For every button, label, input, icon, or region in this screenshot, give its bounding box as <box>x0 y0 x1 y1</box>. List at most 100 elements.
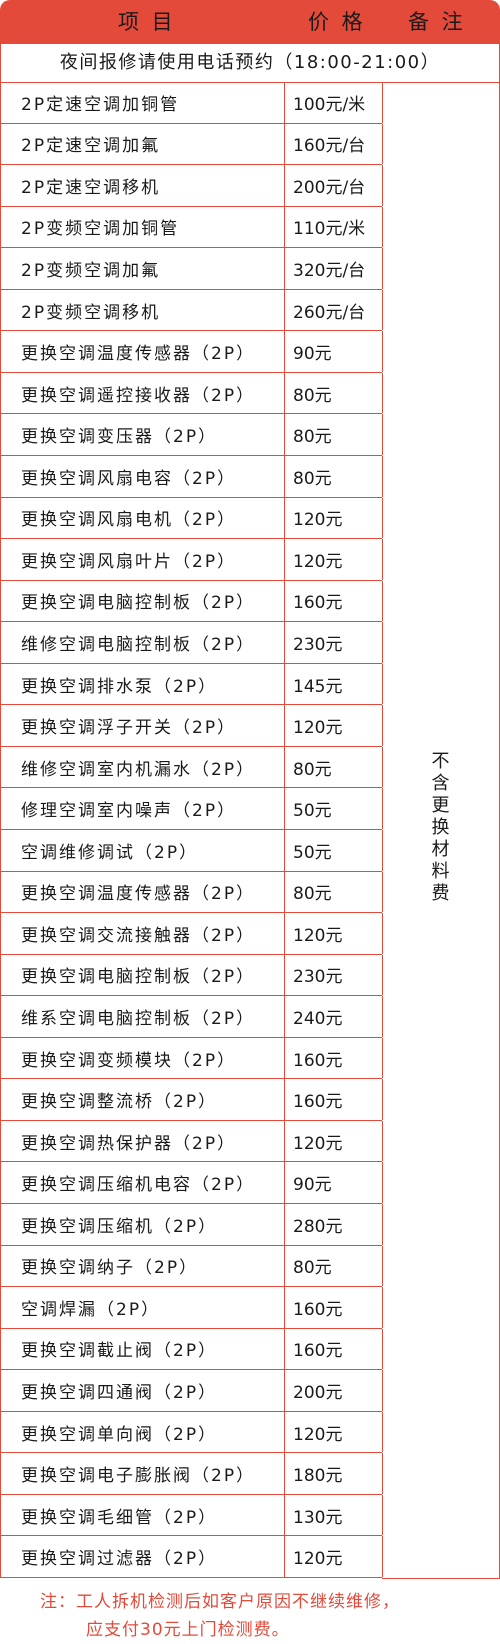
row-item: 更换空调压缩机电容（2P） <box>1 1162 285 1203</box>
row-price: 110元/米 <box>285 206 383 248</box>
remark-text: 不含更换材料费 <box>431 751 450 904</box>
row-price: 160元 <box>285 1287 383 1328</box>
row-price: 240元 <box>285 996 383 1037</box>
row-item: 空调维修调试（2P） <box>1 830 285 871</box>
row-item: 维修空调电脑控制板（2P） <box>1 622 285 663</box>
table-row: 更换空调交流接触器（2P） 120元 <box>0 913 383 955</box>
row-price: 320元/台 <box>285 248 383 289</box>
row-price: 120元 <box>285 497 383 539</box>
table-row: 空调焊漏（2P） 160元 <box>0 1287 383 1329</box>
row-price: 80元 <box>285 746 383 788</box>
row-price: 80元 <box>285 1245 383 1287</box>
table-row: 更换空调截止阀（2P） 160元 <box>0 1328 383 1371</box>
row-price: 120元 <box>285 913 383 954</box>
table-row: 更换空调风扇电容（2P） 80元 <box>0 456 383 498</box>
row-price: 160元 <box>285 1079 383 1120</box>
table-row: 更换空调排水泵（2P） 145元 <box>0 663 383 706</box>
row-item: 更换空调交流接触器（2P） <box>1 913 285 954</box>
row-item: 更换空调电子膨胀阀（2P） <box>1 1453 285 1494</box>
row-price: 80元 <box>285 456 383 497</box>
header-item: 项 目 <box>118 10 176 34</box>
row-item: 更换空调遥控接收器（2P） <box>1 372 285 414</box>
row-item: 更换空调整流桥（2P） <box>1 1079 285 1120</box>
row-price: 100元/米 <box>285 82 383 123</box>
table-row: 更换空调纳子（2P） 80元 <box>0 1245 383 1288</box>
table-row: 更换空调浮子开关（2P） 120元 <box>0 705 383 747</box>
row-price: 180元 <box>285 1453 383 1494</box>
row-item: 更换空调排水泵（2P） <box>1 663 285 705</box>
table-row: 更换空调风扇电机（2P） 120元 <box>0 497 383 540</box>
row-item: 更换空调电脑控制板（2P） <box>1 580 285 622</box>
row-item: 更换空调纳子（2P） <box>1 1245 285 1287</box>
row-item: 2P定速空调加氟 <box>1 123 285 165</box>
row-item: 2P变频空调加氟 <box>1 248 285 289</box>
row-item: 更换空调风扇电容（2P） <box>1 456 285 497</box>
row-item: 更换空调风扇叶片（2P） <box>1 539 285 580</box>
row-item: 维修空调室内机漏水（2P） <box>1 746 285 788</box>
row-item: 更换空调浮子开关（2P） <box>1 705 285 746</box>
table-row: 更换空调变压器（2P） 80元 <box>0 414 383 456</box>
row-item: 更换空调单向阀（2P） <box>1 1411 285 1453</box>
row-price: 120元 <box>285 1120 383 1162</box>
row-price: 230元 <box>285 622 383 663</box>
row-price: 120元 <box>285 1536 383 1577</box>
row-item: 空调焊漏（2P） <box>1 1287 285 1328</box>
table-row: 修理空调室内噪声（2P） 50元 <box>0 788 383 830</box>
table-row: 更换空调电子膨胀阀（2P） 180元 <box>0 1453 383 1495</box>
table-row: 更换空调电脑控制板（2P） 160元 <box>0 580 383 623</box>
header-price: 价 格 <box>308 10 366 34</box>
table-row: 2P变频空调加铜管 110元/米 <box>0 206 383 249</box>
row-price: 280元 <box>285 1204 383 1245</box>
table-row: 维修空调室内机漏水（2P） 80元 <box>0 746 383 789</box>
table-row: 2P定速空调加氟 160元/台 <box>0 123 383 166</box>
table-row: 更换空调温度传感器（2P） 90元 <box>0 331 383 373</box>
table-row: 更换空调电脑控制板（2P） 230元 <box>0 954 383 997</box>
row-price: 120元 <box>285 1411 383 1453</box>
row-item: 更换空调温度传感器（2P） <box>1 871 285 913</box>
row-item: 2P定速空调加铜管 <box>1 82 285 123</box>
table-row: 更换空调压缩机（2P） 280元 <box>0 1204 383 1246</box>
table-row: 更换空调过滤器（2P） 120元 <box>0 1536 383 1578</box>
row-price: 90元 <box>285 1162 383 1203</box>
row-item: 更换空调变压器（2P） <box>1 414 285 455</box>
table-row: 更换空调压缩机电容（2P） 90元 <box>0 1162 383 1204</box>
row-price: 80元 <box>285 871 383 913</box>
row-item: 更换空调电脑控制板（2P） <box>1 954 285 996</box>
row-price: 80元 <box>285 414 383 455</box>
row-item: 维系空调电脑控制板（2P） <box>1 996 285 1037</box>
table-row: 2P变频空调加氟 320元/台 <box>0 248 383 290</box>
row-item: 更换空调温度传感器（2P） <box>1 331 285 372</box>
row-item: 更换空调压缩机（2P） <box>1 1204 285 1245</box>
row-item: 更换空调热保护器（2P） <box>1 1120 285 1162</box>
row-item: 2P定速空调移机 <box>1 165 285 206</box>
table-row: 2P定速空调移机 200元/台 <box>0 165 383 207</box>
header-note: 备 注 <box>408 10 466 34</box>
row-price: 160元 <box>285 580 383 622</box>
row-item: 更换空调毛细管（2P） <box>1 1494 285 1536</box>
table-row: 2P定速空调加铜管 100元/米 <box>0 82 383 124</box>
row-item: 更换空调变频模块（2P） <box>1 1037 285 1079</box>
row-price: 120元 <box>285 539 383 580</box>
table-row: 更换空调变频模块（2P） 160元 <box>0 1037 383 1080</box>
remark-column: 不含更换材料费 <box>382 82 500 1579</box>
table-row: 更换空调遥控接收器（2P） 80元 <box>0 372 383 415</box>
table-row: 更换空调四通阀（2P） 200元 <box>0 1370 383 1412</box>
row-item: 2P变频空调移机 <box>1 289 285 331</box>
table-row: 空调维修调试（2P） 50元 <box>0 830 383 872</box>
table-row: 更换空调单向阀（2P） 120元 <box>0 1411 383 1454</box>
price-table: 2P定速空调加铜管 100元/米 2P定速空调加氟 160元/台 2P定速空调移机 200… <box>0 82 500 1579</box>
table-row: 更换空调风扇叶片（2P） 120元 <box>0 539 383 581</box>
night-service-notice: 夜间报修请使用电话预约（18:00-21:00） <box>0 44 500 83</box>
row-item: 更换空调风扇电机（2P） <box>1 497 285 539</box>
table-row: 2P变频空调移机 260元/台 <box>0 289 383 332</box>
row-price: 160元 <box>285 1037 383 1079</box>
row-item: 更换空调过滤器（2P） <box>1 1536 285 1577</box>
row-price: 160元 <box>285 1328 383 1370</box>
table-row: 更换空调温度传感器（2P） 80元 <box>0 871 383 914</box>
row-price: 160元/台 <box>285 123 383 165</box>
row-price: 145元 <box>285 663 383 705</box>
row-price: 200元 <box>285 1370 383 1411</box>
row-price: 50元 <box>285 788 383 829</box>
row-price: 260元/台 <box>285 289 383 331</box>
row-item: 修理空调室内噪声（2P） <box>1 788 285 829</box>
